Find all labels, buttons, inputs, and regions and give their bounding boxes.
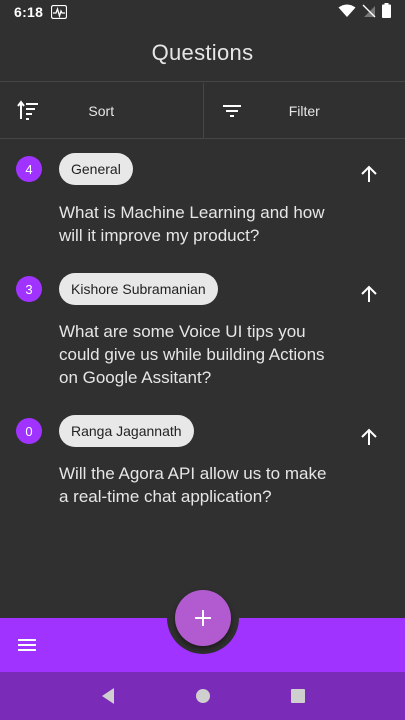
add-question-button[interactable] <box>175 590 231 646</box>
sort-button[interactable]: Sort <box>0 83 203 138</box>
recents-icon <box>290 689 305 703</box>
filter-icon <box>220 99 244 123</box>
menu-button[interactable] <box>16 633 40 657</box>
wifi-icon <box>338 4 356 21</box>
filter-button[interactable]: Filter <box>202 83 405 138</box>
sort-icon <box>16 99 40 123</box>
author-chip: General <box>59 153 133 185</box>
status-bar: 6:18 <box>0 0 405 24</box>
recents-button[interactable] <box>286 684 310 708</box>
question-text: What is Machine Learning and how will it… <box>59 203 325 245</box>
question-text: Will the Agora API allow us to make a re… <box>59 464 327 506</box>
plus-icon <box>195 610 211 626</box>
activity-icon <box>51 5 68 19</box>
upvote-button[interactable] <box>355 160 383 188</box>
upvote-button[interactable] <box>355 423 383 451</box>
menu-icon <box>18 639 36 651</box>
question-text: What are some Voice UI tips you could gi… <box>59 322 325 387</box>
arrow-up-icon <box>361 285 377 302</box>
home-icon <box>195 689 210 703</box>
battery-icon <box>382 3 391 21</box>
home-button[interactable] <box>191 684 215 708</box>
toolbar: Sort Filter <box>0 83 405 139</box>
author-chip: Ranga Jagannath <box>59 415 194 447</box>
status-icons <box>338 3 391 21</box>
arrow-up-icon <box>361 165 377 182</box>
page-title: Questions <box>151 39 254 65</box>
vote-count-badge: 3 <box>16 276 42 302</box>
no-sim-icon <box>362 4 376 21</box>
arrow-up-icon <box>361 428 377 445</box>
app-header: Questions <box>0 24 405 82</box>
vote-count-badge: 4 <box>16 156 42 182</box>
status-time: 6:18 <box>14 4 44 20</box>
author-chip: Kishore Subramanian <box>59 273 218 305</box>
system-nav-bar <box>0 672 405 720</box>
vote-count-badge: 0 <box>16 418 42 444</box>
back-button[interactable] <box>96 684 120 708</box>
upvote-button[interactable] <box>355 280 383 308</box>
back-icon <box>101 688 114 704</box>
